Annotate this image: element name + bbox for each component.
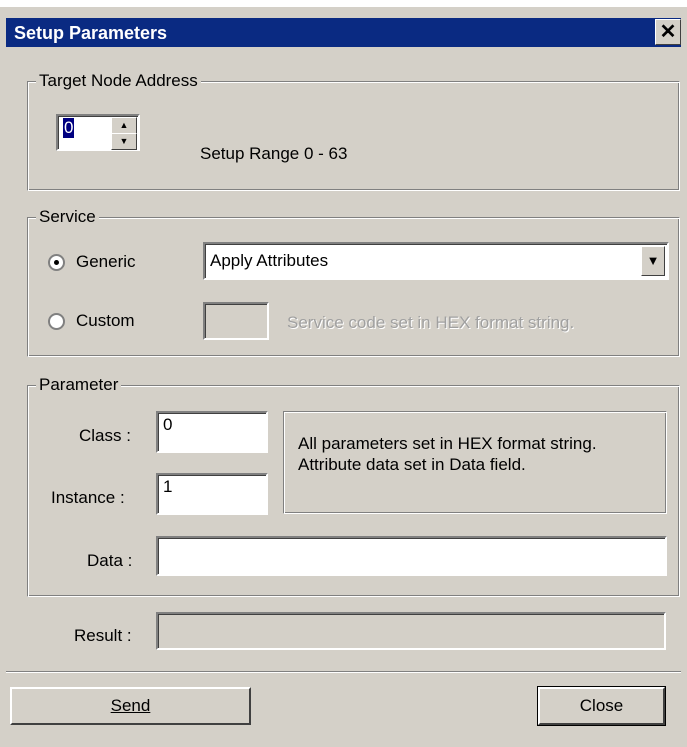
service-dropdown-value: Apply Attributes (210, 251, 329, 270)
result-label: Result : (74, 626, 132, 645)
generic-radio[interactable] (48, 254, 65, 271)
instance-input[interactable]: 1 (156, 473, 268, 515)
class-input[interactable]: 0 (156, 411, 268, 453)
setup-parameters-window: Setup Parameters ✕ Target Node Address 0… (0, 7, 687, 747)
info-line-2: Attribute data set in Data field. (298, 455, 526, 474)
data-label: Data : (87, 551, 133, 570)
send-button[interactable]: Send (10, 687, 251, 725)
title-bar[interactable]: Setup Parameters ✕ (6, 18, 681, 47)
separator (6, 671, 681, 673)
custom-radio[interactable] (48, 313, 65, 330)
service-group: Service Generic Apply Attributes ▼ Custo… (27, 207, 680, 357)
spin-up-icon: ▲ (119, 120, 129, 130)
class-value: 0 (163, 415, 173, 434)
service-dropdown[interactable]: Apply Attributes ▼ (203, 242, 669, 280)
spin-down-button[interactable]: ▼ (111, 133, 137, 150)
instance-label: Instance : (51, 488, 125, 507)
generic-label[interactable]: Generic (76, 252, 136, 272)
result-field (156, 612, 666, 650)
close-button[interactable]: Close (537, 686, 666, 726)
chevron-down-icon: ▼ (646, 253, 660, 268)
window-title: Setup Parameters (14, 23, 168, 43)
info-line-1: All parameters set in HEX format string. (298, 434, 597, 453)
parameter-info-box: All parameters set in HEX format string.… (283, 411, 667, 514)
custom-service-code-input[interactable] (203, 302, 269, 340)
custom-label[interactable]: Custom (76, 311, 135, 331)
node-address-value: 0 (63, 118, 75, 138)
parameter-legend: Parameter (36, 375, 122, 395)
custom-hint-text: Service code set in HEX format string. (287, 313, 575, 332)
class-label: Class : (79, 426, 131, 445)
spin-up-button[interactable]: ▲ (111, 117, 137, 134)
node-address-input[interactable]: 0 ▲ ▼ (56, 114, 140, 151)
radio-selected-dot (54, 260, 59, 265)
target-node-group: Target Node Address 0 ▲ ▼ Setup Range 0 … (27, 71, 680, 191)
parameter-group: Parameter Class : 0 Instance : 1 All par… (27, 375, 680, 597)
dropdown-arrow-button[interactable]: ▼ (641, 246, 665, 276)
close-button-label: Close (579, 696, 624, 715)
service-legend: Service (36, 207, 99, 227)
instance-value: 1 (163, 477, 173, 496)
spin-down-icon: ▼ (119, 136, 129, 146)
data-input[interactable] (156, 536, 667, 576)
send-button-label: Send (110, 696, 151, 715)
close-icon: ✕ (659, 21, 677, 43)
target-node-legend: Target Node Address (36, 71, 201, 91)
close-window-button[interactable]: ✕ (655, 19, 681, 45)
setup-range-text: Setup Range 0 - 63 (200, 144, 348, 163)
